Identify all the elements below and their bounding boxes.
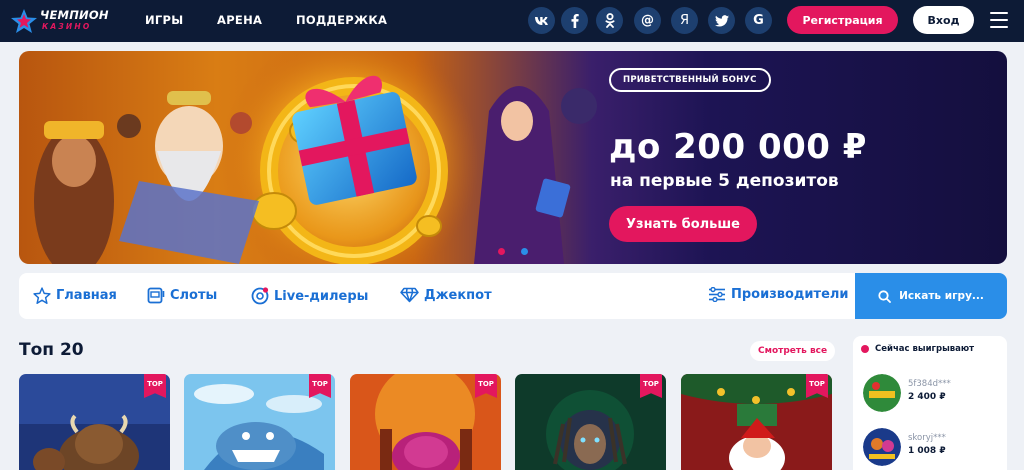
search-icon: [878, 289, 892, 303]
search-label: Искать игру...: [899, 290, 984, 302]
cat-home-label: Главная: [56, 288, 117, 303]
mail-icon: @: [641, 13, 654, 28]
cat-jackpot-label: Джекпот: [424, 287, 492, 303]
vk-button[interactable]: [528, 7, 555, 34]
category-nav: Главная Слоты Live-дилеры Джекпот Произв…: [19, 273, 1007, 319]
game-card-shark[interactable]: TOP: [184, 374, 335, 470]
odnoklassniki-icon: [605, 13, 614, 28]
providers-filter[interactable]: Производители: [708, 287, 849, 302]
winner-row[interactable]: skoryj*** 1 008 ₽: [863, 428, 1003, 468]
register-button[interactable]: Регистрация: [787, 6, 898, 34]
logo[interactable]: ЧЕМПИОН КАЗИНО: [8, 6, 108, 36]
winners-title-label: Сейчас выигрывают: [875, 344, 975, 354]
nav-support[interactable]: ПОДДЕРЖКА: [296, 13, 387, 27]
bonus-amount: до 200 000 ₽: [609, 127, 867, 167]
slot-machine-icon: [147, 287, 165, 304]
mail-button[interactable]: @: [634, 7, 661, 34]
cat-jackpot[interactable]: Джекпот: [400, 287, 492, 303]
winner-game-thumbnail: [863, 374, 901, 412]
logo-star-icon: [11, 9, 37, 33]
google-icon: G: [753, 13, 764, 28]
winner-game-thumbnail: [863, 428, 901, 466]
live-dot-icon: [861, 345, 869, 353]
nav-games[interactable]: ИГРЫ: [145, 13, 184, 27]
bonus-subtitle: на первые 5 депозитов: [610, 171, 839, 191]
nav-arena[interactable]: АРЕНА: [217, 13, 262, 27]
slide-dot-2[interactable]: [521, 248, 528, 255]
twitter-button[interactable]: [708, 7, 735, 34]
winner-username: 5f384d***: [908, 379, 951, 389]
slide-dot-1[interactable]: [498, 248, 505, 255]
star-icon: [33, 287, 51, 304]
yandex-button[interactable]: Я: [671, 7, 698, 34]
welcome-bonus-badge: ПРИВЕТСТВЕННЫЙ БОНУС: [609, 68, 771, 92]
menu-icon[interactable]: [990, 12, 1008, 28]
game-card-buffalo[interactable]: TOP: [350, 374, 501, 470]
welcome-bonus-banner[interactable]: ПРИВЕТСТВЕННЫЙ БОНУС до 200 000 ₽ на пер…: [19, 51, 1007, 264]
winner-amount: 1 008 ₽: [908, 446, 946, 456]
google-button[interactable]: G: [745, 7, 772, 34]
yandex-icon: Я: [679, 13, 690, 28]
vk-icon: [534, 16, 548, 25]
game-card-bison[interactable]: TOP: [19, 374, 170, 470]
see-all-link[interactable]: Смотреть все: [750, 341, 836, 361]
section-title-top20: Топ 20: [19, 340, 84, 360]
search-game-button[interactable]: Искать игру...: [855, 273, 1007, 319]
cat-home[interactable]: Главная: [33, 287, 117, 304]
cat-live-dealers-label: Live-дилеры: [274, 288, 369, 304]
winner-row[interactable]: 5f384d*** 2 400 ₽: [863, 374, 1003, 414]
login-button[interactable]: Вход: [913, 6, 974, 34]
game-card-warrior[interactable]: TOP: [515, 374, 666, 470]
banner-illustration: [34, 51, 597, 264]
winner-amount: 2 400 ₽: [908, 392, 946, 402]
filter-sliders-icon: [709, 287, 725, 302]
winners-panel: Сейчас выигрывают 5f384d*** 2 400 ₽ skor…: [853, 336, 1007, 470]
learn-more-button[interactable]: Узнать больше: [609, 206, 757, 242]
diamond-icon: [400, 287, 419, 303]
winners-title: Сейчас выигрывают: [861, 344, 974, 354]
logo-subtitle: КАЗИНО: [42, 22, 92, 31]
logo-title: ЧЕМПИОН: [40, 8, 109, 22]
cat-slots-label: Слоты: [170, 288, 218, 303]
odnoklassniki-button[interactable]: [596, 7, 623, 34]
providers-label: Производители: [731, 287, 849, 302]
twitter-icon: [714, 14, 729, 27]
live-dealer-icon: [251, 287, 269, 305]
facebook-icon: [571, 13, 579, 28]
winner-username: skoryj***: [908, 433, 946, 443]
top-header: ЧЕМПИОН КАЗИНО ИГРЫ АРЕНА ПОДДЕРЖКА @ Я …: [0, 0, 1024, 42]
facebook-button[interactable]: [561, 7, 588, 34]
cat-slots[interactable]: Слоты: [147, 287, 217, 304]
cat-live-dealers[interactable]: Live-дилеры: [251, 287, 368, 305]
game-card-santa[interactable]: TOP: [681, 374, 832, 470]
